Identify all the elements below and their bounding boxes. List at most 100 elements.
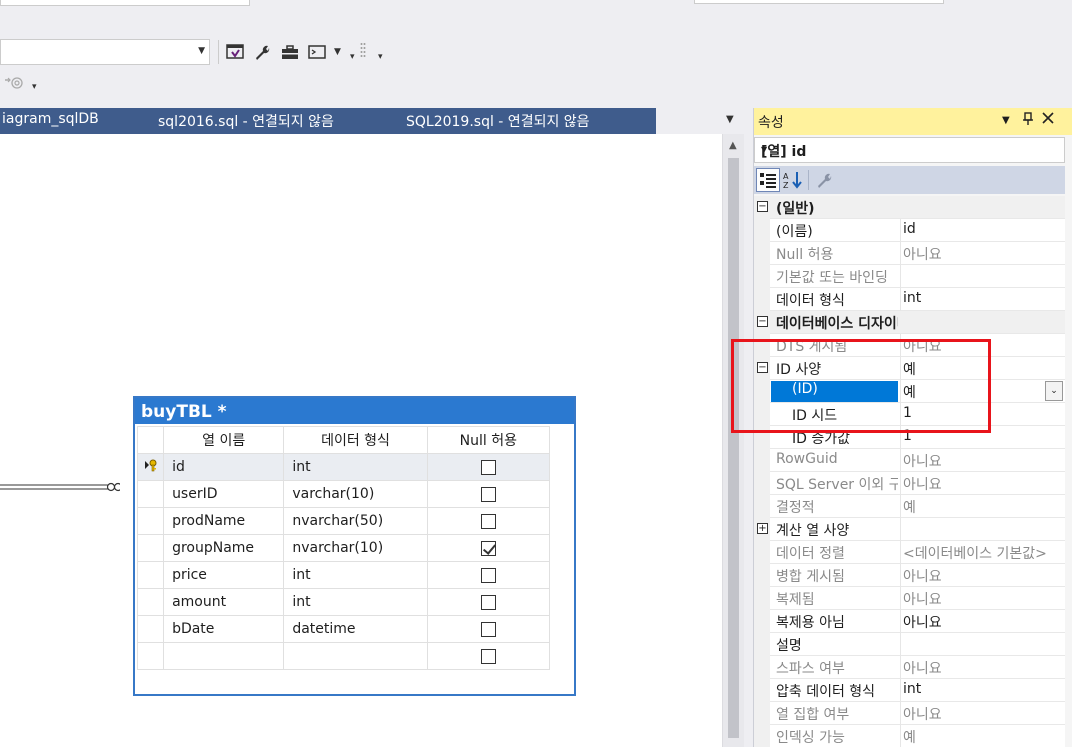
property-row[interactable]: Null 허용 아니요 xyxy=(754,242,1065,265)
column-name-cell[interactable]: prodName xyxy=(163,507,285,535)
table-row[interactable]: groupName nvarchar(10) xyxy=(136,534,551,562)
property-value[interactable]: 아니요 xyxy=(900,564,1065,587)
overflow-icon-2[interactable]: ▾ xyxy=(378,52,383,62)
row-selector[interactable] xyxy=(136,642,165,670)
property-value[interactable]: int xyxy=(900,679,1065,702)
column-name-cell[interactable]: groupName xyxy=(163,534,285,562)
allow-null-checkbox[interactable] xyxy=(480,648,496,664)
property-value[interactable]: 예 xyxy=(900,495,1065,518)
tab-overflow-icon[interactable]: ▼ xyxy=(726,114,734,125)
vertical-scrollbar[interactable]: ▲ xyxy=(722,134,744,747)
row-selector[interactable] xyxy=(136,480,165,508)
row-selector[interactable] xyxy=(136,507,165,535)
top-combo-fragment[interactable] xyxy=(0,0,250,6)
toolbar-dropdown[interactable]: ▼ xyxy=(0,39,210,65)
property-value[interactable] xyxy=(900,518,1065,541)
property-value[interactable]: 아니요 xyxy=(900,449,1065,472)
categorized-icon[interactable] xyxy=(756,168,780,192)
relationship-line[interactable] xyxy=(0,481,120,493)
top-right-field-fragment[interactable] xyxy=(694,0,944,4)
row-selector[interactable] xyxy=(136,561,165,589)
chevron-down-icon[interactable]: ⌄ xyxy=(1045,381,1063,401)
toolbox-icon[interactable] xyxy=(280,42,300,62)
property-value[interactable]: 아니요 xyxy=(900,610,1065,633)
window-vs-icon[interactable] xyxy=(225,42,245,62)
column-name-cell[interactable]: id xyxy=(163,453,285,481)
property-value[interactable]: 예 xyxy=(900,725,1065,747)
property-row[interactable]: SQL Server 이외 구독자아니요 xyxy=(754,472,1065,495)
at-arrow-icon[interactable] xyxy=(4,73,24,93)
collapse-icon[interactable]: − xyxy=(757,316,768,327)
terminal-dropdown-icon[interactable]: ▼ xyxy=(334,47,341,57)
column-name-cell[interactable]: userID xyxy=(163,480,285,508)
overflow-icon-3[interactable]: ▾ xyxy=(32,82,37,92)
data-type-cell[interactable]: int xyxy=(283,561,428,589)
allow-null-checkbox[interactable] xyxy=(480,621,496,637)
header-allow-null[interactable]: Null 허용 xyxy=(426,426,551,454)
allow-null-checkbox[interactable] xyxy=(480,459,496,475)
header-data-type[interactable]: 데이터 형식 xyxy=(283,426,428,454)
scroll-up-icon[interactable]: ▲ xyxy=(729,140,737,151)
alphabetical-sort-icon[interactable]: AZ xyxy=(781,168,805,192)
property-row[interactable]: 복제용 아님 아니요 xyxy=(754,610,1065,633)
table-row[interactable]: prodName nvarchar(50) xyxy=(136,507,551,535)
table-designer-buyTBL[interactable]: buyTBL * 열 이름 데이터 형식 Null 허용 id int userID… xyxy=(133,396,576,696)
object-selector[interactable]: [열] id ▼ xyxy=(754,137,1065,163)
table-row[interactable]: userID varchar(10) xyxy=(136,480,551,508)
property-row[interactable]: + 계산 열 사양 xyxy=(754,518,1065,541)
column-name-cell[interactable]: bDate xyxy=(163,615,285,643)
property-value[interactable]: 아니요 xyxy=(900,472,1065,495)
pin-icon[interactable] xyxy=(1022,112,1034,130)
header-column-name[interactable]: 열 이름 xyxy=(163,426,285,454)
close-icon[interactable] xyxy=(1042,112,1054,128)
data-type-cell[interactable]: varchar(10) xyxy=(283,480,428,508)
row-selector[interactable] xyxy=(136,453,165,481)
allow-null-checkbox[interactable] xyxy=(480,513,496,529)
tab-sql2019[interactable]: SQL2019.sql - 연결되지 않음 xyxy=(406,111,590,131)
property-row[interactable]: 설명 xyxy=(754,633,1065,656)
property-category[interactable]: − (일반) xyxy=(754,196,1065,219)
row-selector[interactable] xyxy=(136,588,165,616)
table-row[interactable]: amount int xyxy=(136,588,551,616)
row-selector[interactable] xyxy=(136,615,165,643)
property-row[interactable]: 복제됨 아니요 xyxy=(754,587,1065,610)
column-name-cell[interactable] xyxy=(163,642,285,670)
column-name-cell[interactable]: amount xyxy=(163,588,285,616)
table-row[interactable]: bDate datetime xyxy=(136,615,551,643)
property-value[interactable] xyxy=(900,265,1065,288)
property-value[interactable] xyxy=(900,633,1065,656)
expand-icon[interactable]: + xyxy=(757,523,768,534)
property-row[interactable]: 열 집합 여부 아니요 xyxy=(754,702,1065,725)
property-value[interactable]: 아니요 xyxy=(900,587,1065,610)
allow-null-checkbox[interactable] xyxy=(480,594,496,610)
property-pages-wrench-icon[interactable] xyxy=(812,168,836,192)
property-value[interactable]: 아니요 xyxy=(900,702,1065,725)
collapse-icon[interactable]: − xyxy=(757,201,768,212)
allow-null-checkbox[interactable] xyxy=(480,486,496,502)
column-name-cell[interactable]: price xyxy=(163,561,285,589)
table-title[interactable]: buyTBL * xyxy=(135,398,574,424)
data-type-cell[interactable]: int xyxy=(283,588,428,616)
property-row[interactable]: 데이터 정렬 <데이터베이스 기본값> xyxy=(754,541,1065,564)
property-category[interactable]: − 데이터베이스 디자이너 xyxy=(754,311,1065,334)
table-row[interactable]: price int xyxy=(136,561,551,589)
property-row[interactable]: 압축 데이터 형식 int xyxy=(754,679,1065,702)
data-type-cell[interactable] xyxy=(283,642,428,670)
property-row[interactable]: 스파스 여부 아니요 xyxy=(754,656,1065,679)
terminal-icon[interactable] xyxy=(307,42,327,62)
data-type-cell[interactable]: int xyxy=(283,453,428,481)
property-row[interactable]: 인덱싱 가능 예 xyxy=(754,725,1065,747)
property-value[interactable]: <데이터베이스 기본값> xyxy=(900,541,1065,564)
row-selector[interactable] xyxy=(136,534,165,562)
property-value[interactable]: 아니요 xyxy=(900,656,1065,679)
table-row[interactable] xyxy=(136,642,551,670)
wrench-icon[interactable] xyxy=(252,42,272,62)
scrollbar-thumb[interactable] xyxy=(728,158,739,738)
data-type-cell[interactable]: nvarchar(50) xyxy=(283,507,428,535)
overflow-icon[interactable]: ▾ xyxy=(350,52,355,62)
property-row[interactable]: 병합 게시됨 아니요 xyxy=(754,564,1065,587)
property-value[interactable]: 아니요 xyxy=(900,242,1065,265)
pane-menu-icon[interactable]: ▼ xyxy=(1002,115,1010,126)
tab-sql2016[interactable]: sql2016.sql - 연결되지 않음 xyxy=(158,111,334,131)
data-type-cell[interactable]: nvarchar(10) xyxy=(283,534,428,562)
